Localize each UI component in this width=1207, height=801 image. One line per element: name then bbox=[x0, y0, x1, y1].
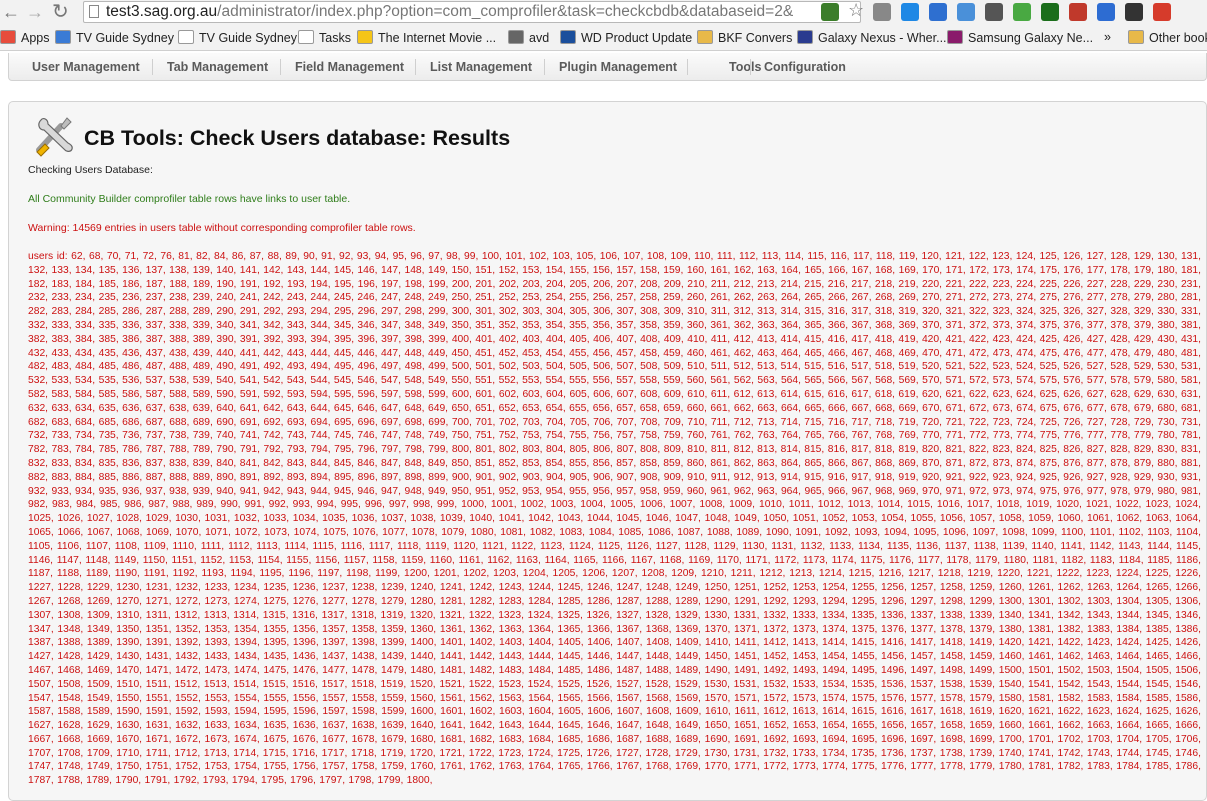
bookmark-item[interactable]: Tasks bbox=[298, 30, 351, 45]
page-title: CB Tools: Check Users database: Results bbox=[84, 126, 511, 150]
menu-item-plugin-management[interactable]: Plugin Management bbox=[559, 60, 677, 74]
extension-icon[interactable] bbox=[957, 3, 976, 21]
checking-label: Checking Users Database: bbox=[28, 164, 153, 176]
bookmark-label: » bbox=[1104, 30, 1111, 44]
bookmark-item[interactable]: Apps bbox=[0, 30, 50, 45]
bookmark-item[interactable]: BKF Convers bbox=[697, 30, 792, 45]
bookmark-item[interactable]: TV Guide Sydney bbox=[178, 30, 297, 45]
bookmark-label: TV Guide Sydney bbox=[76, 31, 174, 45]
bookmark-icon bbox=[178, 30, 194, 44]
extension-icon[interactable] bbox=[1069, 3, 1088, 21]
extension-icon[interactable] bbox=[873, 3, 892, 21]
bookmark-item[interactable]: Galaxy Nexus - Wher... bbox=[797, 30, 947, 45]
bookmark-item[interactable]: Samsung Galaxy Ne... bbox=[947, 30, 1093, 45]
bookmark-label: Samsung Galaxy Ne... bbox=[968, 31, 1094, 45]
menu-separator bbox=[415, 59, 416, 75]
bookmark-icon bbox=[947, 30, 963, 44]
forward-icon[interactable]: → bbox=[26, 2, 44, 22]
extension-icon[interactable] bbox=[1153, 3, 1172, 21]
page-icon bbox=[89, 5, 99, 18]
bookmark-label: Tasks bbox=[319, 31, 351, 45]
bookmark-item[interactable]: Other book bbox=[1128, 30, 1207, 45]
bookmark-icon bbox=[560, 30, 576, 44]
menu-separator bbox=[280, 59, 281, 75]
url-host: test3.sag.org.au bbox=[106, 3, 218, 20]
extension-icon[interactable] bbox=[1125, 3, 1144, 21]
menu-item-tools[interactable]: Tools bbox=[729, 60, 761, 74]
tools-icon bbox=[36, 117, 73, 157]
ok-message: All Community Builder comprofiler table … bbox=[28, 193, 351, 205]
bookmark-label: avd bbox=[529, 31, 550, 45]
bookmark-icon bbox=[55, 30, 71, 44]
bookmark-icon bbox=[697, 30, 713, 44]
url-path: /administrator/index.php?option=com_comp… bbox=[217, 3, 794, 20]
bookmark-label: Other book bbox=[1149, 31, 1207, 45]
extension-icon[interactable] bbox=[929, 3, 948, 21]
warning-message: Warning: 14569 entries in users table wi… bbox=[28, 222, 416, 234]
menu-item-configuration[interactable]: Configuration bbox=[764, 60, 846, 74]
bookmark-icon bbox=[0, 30, 16, 44]
bookmark-icon bbox=[508, 30, 524, 44]
reload-icon[interactable]: ↻ bbox=[52, 2, 69, 22]
menu-item-list-management[interactable]: List Management bbox=[430, 60, 532, 74]
bookmark-label: The Internet Movie ... bbox=[378, 31, 497, 45]
menu-separator bbox=[544, 59, 545, 75]
bookmark-item[interactable]: » bbox=[1104, 30, 1111, 44]
extension-icon[interactable] bbox=[1097, 3, 1116, 21]
bookmark-star-icon[interactable]: ☆ bbox=[848, 0, 864, 20]
bookmark-icon bbox=[357, 30, 373, 44]
bookmarks-bar: Apps TV Guide Sydney TV Guide Sydney Tasks T… bbox=[0, 26, 1207, 51]
menu-separator bbox=[687, 59, 688, 75]
content-panel: CB Tools: Check Users database: Results … bbox=[8, 101, 1207, 801]
bookmark-label: Apps bbox=[21, 31, 50, 45]
menu-separator bbox=[750, 59, 751, 75]
bookmark-item[interactable]: TV Guide Sydney bbox=[55, 30, 174, 45]
bookmark-icon bbox=[1128, 30, 1144, 44]
bookmark-item[interactable]: WD Product Update bbox=[560, 30, 692, 45]
menu-item-field-management[interactable]: Field Management bbox=[295, 60, 404, 74]
extension-icon[interactable] bbox=[821, 3, 839, 21]
bookmark-icon bbox=[797, 30, 813, 44]
bookmark-item[interactable]: avd bbox=[508, 30, 549, 45]
bookmark-label: TV Guide Sydney bbox=[199, 31, 297, 45]
bookmark-item[interactable]: The Internet Movie ... bbox=[357, 30, 496, 45]
bookmark-icon bbox=[298, 30, 314, 44]
user-ids-list: users id: 62, 68, 70, 71, 72, 76, 81, 82… bbox=[28, 251, 1201, 787]
bookmark-label: BKF Convers bbox=[718, 31, 793, 45]
menu-item-tab-management[interactable]: Tab Management bbox=[167, 60, 268, 74]
bookmark-label: Galaxy Nexus - Wher... bbox=[818, 31, 947, 45]
browser-toolbar: ← → ↻ test3.sag.org.au/administrator/ind… bbox=[0, 0, 1207, 27]
address-bar[interactable]: test3.sag.org.au/administrator/index.php… bbox=[83, 1, 861, 23]
menu-separator bbox=[152, 59, 153, 75]
bookmark-label: WD Product Update bbox=[581, 31, 693, 45]
extension-icons: ☆ bbox=[816, 0, 1176, 25]
extension-icon[interactable] bbox=[1013, 3, 1032, 21]
back-icon[interactable]: ← bbox=[2, 2, 20, 22]
extension-icon[interactable] bbox=[901, 3, 920, 21]
menu-item-user-management[interactable]: User Management bbox=[32, 60, 140, 74]
extension-icon[interactable] bbox=[985, 3, 1004, 21]
admin-menu: User Management Tab Management Field Manag… bbox=[8, 53, 1207, 81]
url-text: test3.sag.org.au/administrator/index.php… bbox=[106, 3, 793, 21]
extension-icon[interactable] bbox=[1041, 3, 1060, 21]
